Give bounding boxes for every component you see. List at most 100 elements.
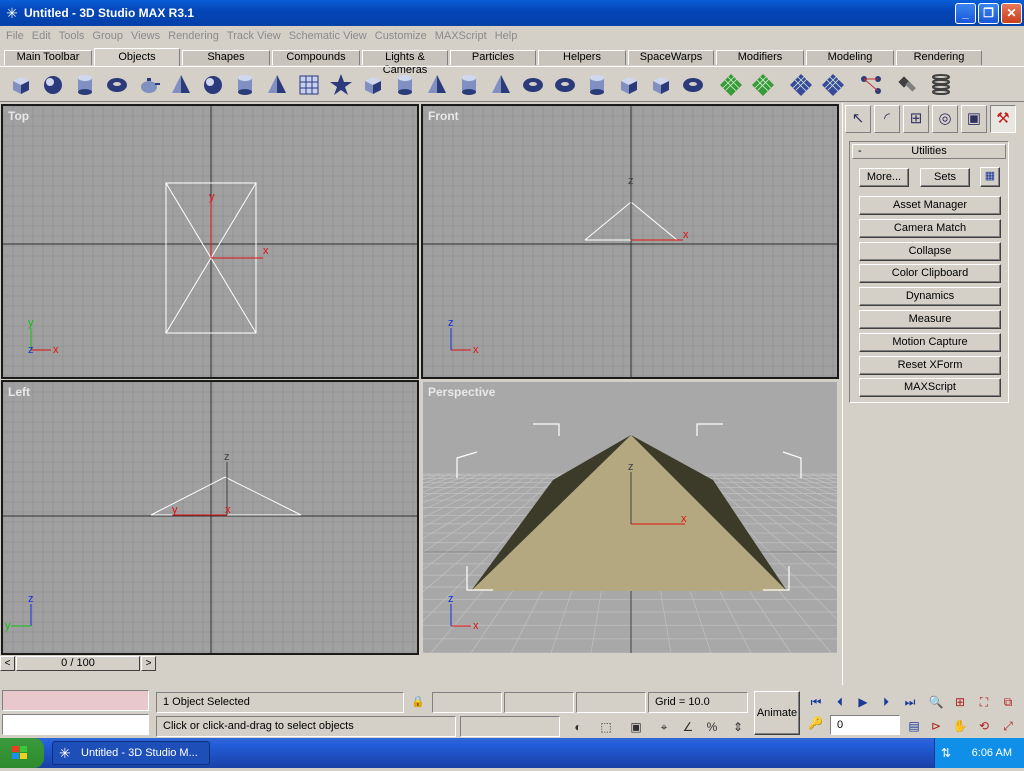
- time-next-button[interactable]: >: [141, 656, 156, 671]
- utility-color-clipboard-button[interactable]: Color Clipboard: [859, 264, 1001, 284]
- time-tag-field[interactable]: [460, 716, 560, 737]
- menu-item-schematic-view[interactable]: Schematic View: [285, 30, 371, 42]
- torusknot-icon[interactable]: [520, 72, 546, 98]
- hose-icon[interactable]: [680, 72, 706, 98]
- menu-item-edit[interactable]: Edit: [28, 30, 55, 42]
- plane-icon[interactable]: [296, 72, 322, 98]
- minimize-button[interactable]: _: [955, 2, 976, 24]
- menu-item-tools[interactable]: Tools: [55, 30, 89, 42]
- sets-button[interactable]: Sets: [920, 168, 970, 187]
- shaded-sphere-icon[interactable]: ◐: [568, 717, 588, 737]
- tab-lights-cameras[interactable]: Lights & Cameras: [362, 50, 448, 76]
- percent-snap-icon[interactable]: %: [702, 717, 722, 737]
- ringwave-icon[interactable]: [552, 72, 578, 98]
- gravity-icon[interactable]: [894, 72, 920, 98]
- teapot-icon[interactable]: [136, 72, 162, 98]
- zoom-extents-icon[interactable]: ⛶: [974, 692, 994, 712]
- current-frame-field[interactable]: 0: [830, 715, 900, 735]
- panel-tab-create[interactable]: ↖: [845, 105, 871, 133]
- min-max-toggle-icon[interactable]: ⤢: [998, 716, 1018, 736]
- menu-item-customize[interactable]: Customize: [371, 30, 431, 42]
- chamferbox-icon[interactable]: [360, 72, 386, 98]
- maximize-button[interactable]: ❐: [978, 2, 999, 24]
- utility-reset-xform-button[interactable]: Reset XForm: [859, 355, 1001, 375]
- previous-frame-icon[interactable]: ⏴: [830, 692, 850, 712]
- tab-modeling[interactable]: Modeling: [806, 50, 894, 65]
- oiltank-icon[interactable]: [392, 72, 418, 98]
- more-button[interactable]: More...: [859, 168, 909, 187]
- capsule-icon[interactable]: [584, 72, 610, 98]
- bone-icon[interactable]: [858, 72, 884, 98]
- cone-icon[interactable]: [168, 72, 194, 98]
- panel-tab-modify[interactable]: ◜: [874, 105, 900, 133]
- panel-tab-utilities[interactable]: ⚒: [990, 105, 1016, 133]
- utility-dynamics-button[interactable]: Dynamics: [859, 287, 1001, 307]
- menu-item-help[interactable]: Help: [491, 30, 522, 42]
- pyramid-icon[interactable]: [264, 72, 290, 98]
- crossing-selection-icon[interactable]: ⬚: [596, 717, 616, 737]
- taskbar-app-button[interactable]: ✳ Untitled - 3D Studio M...: [52, 741, 210, 765]
- tab-particles[interactable]: Particles: [450, 50, 536, 65]
- tab-modifiers[interactable]: Modifiers: [716, 50, 804, 65]
- field-of-view-icon[interactable]: ⊳: [926, 716, 946, 736]
- tab-objects[interactable]: Objects: [94, 48, 180, 66]
- next-frame-icon[interactable]: ⏵: [876, 692, 896, 712]
- tab-main-toolbar[interactable]: Main Toolbar: [4, 50, 92, 65]
- time-prev-button[interactable]: <: [0, 656, 15, 671]
- gengon-icon[interactable]: [456, 72, 482, 98]
- rollout-header[interactable]: - Utilities: [852, 144, 1006, 159]
- pan-icon[interactable]: ✋: [950, 716, 970, 736]
- sphere-icon[interactable]: [40, 72, 66, 98]
- viewport-front[interactable]: x z x z Front: [421, 104, 839, 379]
- utility-asset-manager-button[interactable]: Asset Manager: [859, 196, 1001, 215]
- tab-shapes[interactable]: Shapes: [182, 50, 270, 65]
- nurbs-cv-icon[interactable]: [750, 72, 776, 98]
- tab-spacewarps[interactable]: SpaceWarps: [628, 50, 714, 65]
- prism-icon[interactable]: [488, 72, 514, 98]
- menu-item-file[interactable]: File: [2, 30, 28, 42]
- go-to-end-icon[interactable]: ⏭: [900, 692, 920, 712]
- degradation-icon[interactable]: ▣: [626, 717, 646, 737]
- panel-tab-hierarchy[interactable]: ⊞: [903, 105, 929, 133]
- y-coord-field[interactable]: [504, 692, 574, 713]
- spinner-snap-icon[interactable]: ⇕: [728, 717, 748, 737]
- lext-icon[interactable]: [616, 72, 642, 98]
- patch-tri-icon[interactable]: [820, 72, 846, 98]
- time-slider[interactable]: 0 / 100: [16, 656, 140, 671]
- snap-3d-icon[interactable]: ⌖: [654, 717, 674, 737]
- macro-recorder-box[interactable]: [2, 690, 149, 711]
- menu-item-views[interactable]: Views: [127, 30, 164, 42]
- key-icon[interactable]: 🔑: [808, 716, 823, 730]
- animate-button[interactable]: Animate: [754, 691, 800, 735]
- start-button[interactable]: [0, 738, 44, 768]
- arc-rotate-icon[interactable]: ⟲: [974, 716, 994, 736]
- utility-motion-capture-button[interactable]: Motion Capture: [859, 332, 1001, 352]
- viewport-left[interactable]: y x z z y Left: [1, 380, 419, 655]
- hedra-icon[interactable]: [328, 72, 354, 98]
- cext-icon[interactable]: [648, 72, 674, 98]
- network-icon[interactable]: ⇅: [941, 745, 951, 761]
- tab-compounds[interactable]: Compounds: [272, 50, 360, 65]
- angle-snap-icon[interactable]: ∠: [678, 717, 698, 737]
- listener-box[interactable]: [2, 714, 149, 735]
- menu-item-group[interactable]: Group: [88, 30, 127, 42]
- menu-item-rendering[interactable]: Rendering: [164, 30, 223, 42]
- torus-icon[interactable]: [104, 72, 130, 98]
- menu-item-maxscript[interactable]: MAXScript: [431, 30, 491, 42]
- viewport-top[interactable]: x y x y z Top: [1, 104, 419, 379]
- box-icon[interactable]: [8, 72, 34, 98]
- time-config-icon[interactable]: ▤: [904, 716, 924, 736]
- configure-sets-button[interactable]: ▦: [980, 167, 1000, 187]
- tube-icon[interactable]: [232, 72, 258, 98]
- zoom-icon[interactable]: 🔍: [926, 692, 946, 712]
- tab-rendering[interactable]: Rendering: [896, 50, 982, 65]
- play-icon[interactable]: ▶: [853, 692, 873, 712]
- utility-measure-button[interactable]: Measure: [859, 310, 1001, 329]
- menu-item-track-view[interactable]: Track View: [223, 30, 285, 42]
- panel-tab-motion[interactable]: ◎: [932, 105, 958, 133]
- utility-camera-match-button[interactable]: Camera Match: [859, 218, 1001, 238]
- panel-tab-display[interactable]: ▣: [961, 105, 987, 133]
- nurbs-surface-icon[interactable]: [718, 72, 744, 98]
- cylinder-icon[interactable]: [72, 72, 98, 98]
- viewport-perspective[interactable]: x z x z Perspective: [421, 380, 839, 655]
